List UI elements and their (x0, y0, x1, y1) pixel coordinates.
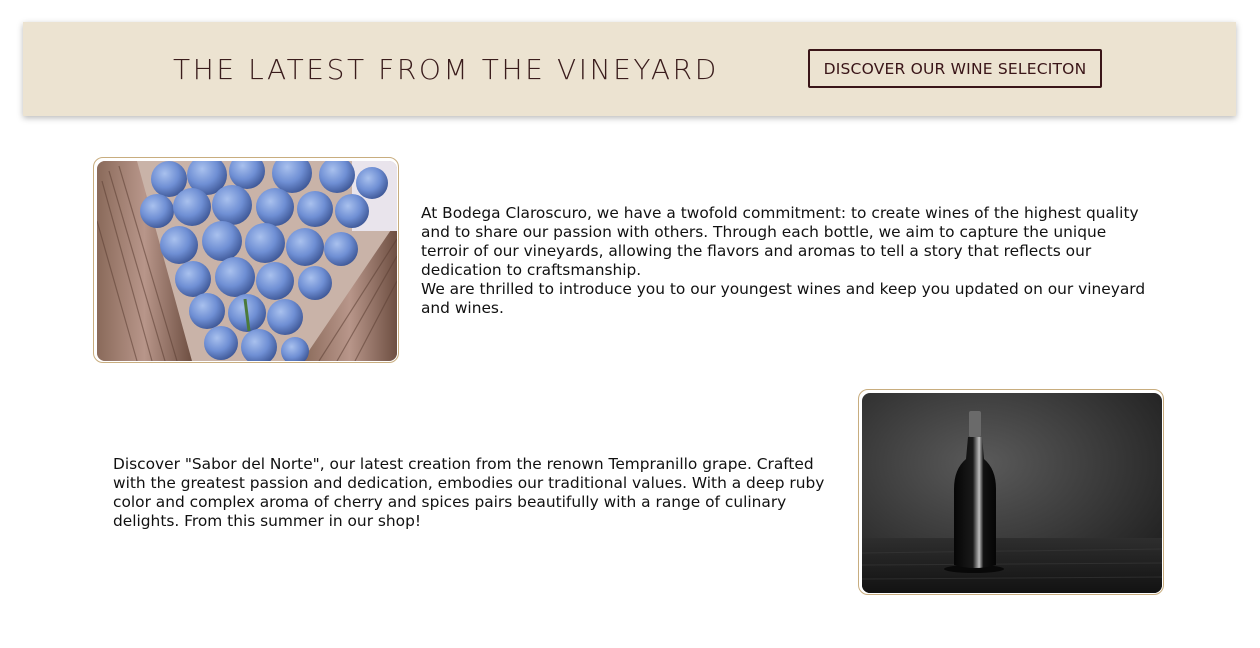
intro-paragraph-2: We are thrilled to introduce you to our … (421, 280, 1146, 317)
header-banner: THE LATEST FROM THE VINEYARD DISCOVER OU… (23, 22, 1236, 116)
new-wine-paragraph: Discover "Sabor del Norte", our latest c… (113, 455, 825, 530)
wine-bottle-image-frame (858, 389, 1164, 595)
grapes-image-frame (93, 157, 399, 363)
page-title: THE LATEST FROM THE VINEYARD (173, 53, 719, 86)
discover-wine-selection-button[interactable]: DISCOVER OUR WINE SELECITON (808, 49, 1102, 88)
grapes-image (97, 161, 397, 361)
wine-bottle-image (862, 393, 1162, 593)
intro-paragraph: At Bodega Claroscuro, we have a twofold … (421, 204, 1139, 279)
